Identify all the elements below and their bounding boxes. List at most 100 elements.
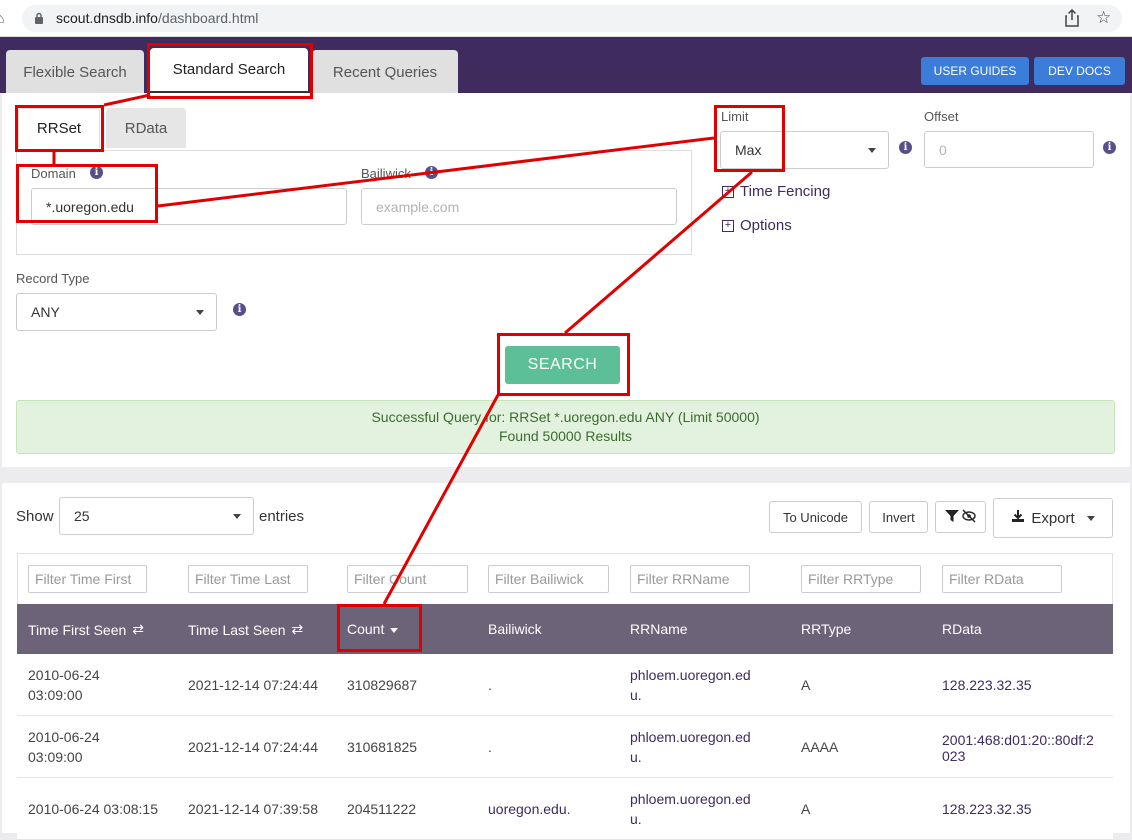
column-rrtype[interactable]: RRType bbox=[801, 621, 851, 637]
column-label: RRName bbox=[630, 621, 688, 637]
bailiwick-label: Bailiwick bbox=[361, 166, 411, 181]
column-label: RRType bbox=[801, 621, 852, 637]
cell-rdata-link[interactable]: 128.223.32.35 bbox=[942, 799, 1032, 819]
cell-rrname-link[interactable]: phloem.uoregon.ed u. bbox=[630, 789, 751, 829]
offset-info-icon[interactable]: i bbox=[1103, 141, 1116, 154]
bailiwick-info-icon[interactable]: i bbox=[425, 166, 438, 179]
tab-recent-queries[interactable]: Recent Queries bbox=[312, 50, 458, 94]
cell-time-last: 2021-12-14 07:24:44 bbox=[188, 739, 318, 755]
filter-visibility-button[interactable] bbox=[935, 501, 986, 533]
filter-icon bbox=[944, 509, 960, 526]
chevron-down-icon bbox=[196, 310, 204, 315]
filter-rrtype-input[interactable]: Filter RRType bbox=[801, 565, 921, 593]
entries-label: entries bbox=[259, 508, 305, 525]
entries-select[interactable]: 25 bbox=[59, 497, 254, 535]
annotation-box-domain bbox=[16, 164, 158, 223]
column-label: Bailiwick bbox=[488, 621, 542, 637]
cell-count: 310681825 bbox=[347, 739, 418, 755]
record-type-select[interactable]: ANY bbox=[16, 293, 217, 331]
url-path: /dashboard.html bbox=[157, 10, 259, 26]
cell-line: 03:09:00 bbox=[28, 687, 83, 703]
cell-bailiwick: . bbox=[488, 677, 492, 693]
expand-plus-icon[interactable]: + bbox=[722, 220, 734, 232]
status-alert: Successful Query for: RRSet *.uoregon.ed… bbox=[16, 400, 1115, 454]
expand-plus-icon[interactable]: + bbox=[722, 186, 734, 198]
cell-line: phloem.uoregon.ed bbox=[630, 667, 751, 683]
chevron-down-icon bbox=[233, 514, 241, 519]
cell-line: u. bbox=[630, 687, 642, 703]
home-icon[interactable]: ⌂ bbox=[0, 10, 4, 26]
lock-icon bbox=[34, 11, 44, 24]
status-line-1: Successful Query for: RRSet *.uoregon.ed… bbox=[371, 409, 760, 425]
export-button[interactable]: Export bbox=[993, 498, 1113, 538]
column-time-last-seen[interactable]: Time Last Seen ⇄ bbox=[188, 621, 303, 638]
dev-docs-button[interactable]: DEV DOCS bbox=[1034, 57, 1125, 85]
column-label: Time Last Seen bbox=[188, 621, 286, 638]
filter-time-first-input[interactable]: Filter Time First bbox=[28, 565, 147, 593]
cell-count: 310829687 bbox=[347, 677, 418, 693]
chevron-down-icon bbox=[868, 148, 876, 153]
cell-line: 2010-06-24 bbox=[28, 729, 100, 745]
column-rdata[interactable]: RData bbox=[942, 621, 982, 637]
tab-rdata[interactable]: RData bbox=[106, 108, 186, 148]
bailiwick-input[interactable]: example.com bbox=[361, 188, 677, 225]
cell-line: u. bbox=[630, 811, 642, 827]
options-toggle[interactable]: Options bbox=[740, 217, 792, 234]
filter-time-last-input[interactable]: Filter Time Last bbox=[188, 565, 308, 593]
cell-line: phloem.uoregon.ed bbox=[630, 729, 751, 745]
annotation-box-limit bbox=[714, 105, 785, 172]
bookmark-star-icon[interactable]: ☆ bbox=[1096, 8, 1111, 28]
filter-bailiwick-input[interactable]: Filter Bailiwick bbox=[488, 565, 609, 593]
offset-label: Offset bbox=[924, 109, 959, 124]
sort-arrows-icon: ⇄ bbox=[291, 621, 304, 637]
cell-rrtype: A bbox=[801, 677, 811, 693]
invert-button[interactable]: Invert bbox=[869, 501, 928, 533]
filter-rrname-input[interactable]: Filter RRName bbox=[630, 565, 750, 593]
cell-rrname-link[interactable]: phloem.uoregon.ed u. bbox=[630, 665, 751, 705]
chevron-down-icon bbox=[1086, 515, 1095, 521]
filter-count-input[interactable]: Filter Count bbox=[347, 565, 468, 593]
offset-input[interactable]: 0 bbox=[924, 131, 1094, 168]
cell-bailiwick: . bbox=[488, 739, 492, 755]
column-bailiwick[interactable]: Bailiwick bbox=[488, 621, 542, 637]
cell-line: 023 bbox=[942, 748, 966, 764]
tab-flexible-search[interactable]: Flexible Search bbox=[6, 50, 144, 94]
share-icon[interactable] bbox=[1065, 8, 1079, 32]
record-type-info-icon[interactable]: i bbox=[233, 303, 246, 316]
url-host: scout.dnsdb.info bbox=[56, 10, 158, 26]
entries-value: 25 bbox=[74, 508, 90, 524]
time-fencing-toggle[interactable]: Time Fencing bbox=[740, 183, 830, 200]
limit-info-icon[interactable]: i bbox=[899, 141, 912, 154]
browser-chrome: ⌂ scout.dnsdb.info/dashboard.html ☆ bbox=[0, 0, 1132, 37]
export-label: Export bbox=[1031, 509, 1075, 527]
cell-rrname-link[interactable]: phloem.uoregon.ed u. bbox=[630, 727, 751, 767]
cell-line: 2010-06-24 bbox=[28, 667, 100, 683]
cell-time-first: 2010-06-24 03:08:15 bbox=[28, 801, 158, 817]
to-unicode-button[interactable]: To Unicode bbox=[769, 501, 862, 533]
eye-slash-icon bbox=[961, 509, 977, 526]
record-type-value: ANY bbox=[31, 304, 60, 320]
cell-line: phloem.uoregon.ed bbox=[630, 791, 751, 807]
cell-line: 03:09:00 bbox=[28, 749, 83, 765]
status-line-2: Found 50000 Results bbox=[498, 428, 633, 444]
cell-bailiwick-link[interactable]: uoregon.edu. bbox=[488, 799, 571, 819]
annotation-box-rrset bbox=[15, 105, 104, 152]
column-rrname[interactable]: RRName bbox=[630, 621, 688, 637]
record-type-label: Record Type bbox=[16, 271, 90, 286]
annotation-box-count bbox=[337, 604, 422, 652]
cell-line: 2001:468:d01:20::80df:2 bbox=[942, 732, 1094, 748]
cell-time-first: 2010-06-24 03:09:00 bbox=[28, 727, 100, 767]
show-label: Show bbox=[16, 508, 54, 525]
cell-time-last: 2021-12-14 07:24:44 bbox=[188, 677, 318, 693]
column-time-first-seen[interactable]: Time First Seen ⇄ bbox=[28, 621, 144, 638]
cell-line: u. bbox=[630, 749, 642, 765]
cell-time-first: 2010-06-24 03:09:00 bbox=[28, 665, 100, 705]
cell-rdata-link[interactable]: 2001:468:d01:20::80df:2 023 bbox=[942, 732, 1094, 764]
filter-rdata-input[interactable]: Filter RData bbox=[942, 565, 1062, 593]
cell-rrtype: A bbox=[801, 801, 811, 817]
column-label: RData bbox=[942, 621, 982, 637]
user-guides-button[interactable]: USER GUIDES bbox=[921, 57, 1029, 85]
cell-count: 204511222 bbox=[347, 801, 417, 817]
cell-rdata-link[interactable]: 128.223.32.35 bbox=[942, 675, 1032, 695]
cell-rrtype: AAAA bbox=[801, 739, 839, 755]
